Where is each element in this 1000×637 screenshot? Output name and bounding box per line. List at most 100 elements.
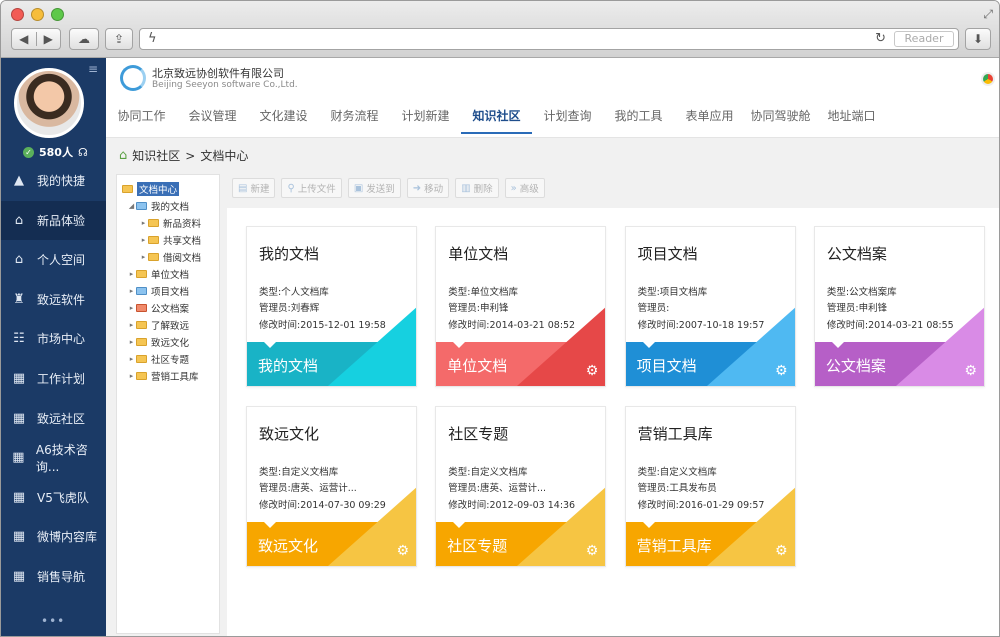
card-type: 类型:公文档案库 (826, 287, 897, 298)
toolbar-button[interactable]: ▣ 发送到 (347, 178, 401, 198)
toolbar-button[interactable]: ⚲ 上传文件 (281, 178, 342, 198)
toolbar-button[interactable]: » 高级 (504, 178, 545, 198)
card-band[interactable]: 单位文档 ⚙ (436, 306, 606, 386)
breadcrumb-root[interactable]: 知识社区 (132, 147, 180, 164)
library-card[interactable]: 致远文化 类型:自定义文档库 管理员:唐英、运营计... 修改时间:2014-07-3… (246, 406, 417, 567)
tree-node[interactable]: ▸ 项目文档 (117, 282, 219, 299)
library-card[interactable]: 我的文档 类型:个人文档库 管理员:刘春辉 修改时间:2015-12-01 19:58… (246, 226, 417, 387)
reload-icon[interactable]: ↻ (875, 31, 886, 46)
library-card[interactable]: 项目文档 类型:项目文档库 管理员: 修改时间:2007-10-18 19:57 项目文… (624, 226, 796, 387)
gear-icon[interactable]: ⚙ (775, 543, 788, 559)
card-band[interactable]: 我的文档 (247, 306, 416, 386)
sidebar-item[interactable]: ▦ 致远社区 (1, 399, 106, 438)
sidebar-item[interactable]: ▦ 销售导航 (1, 557, 106, 596)
gear-icon[interactable]: ⚙ (396, 543, 409, 559)
collapsed-arrow-icon[interactable]: ▸ (139, 219, 148, 227)
headset-icon[interactable]: ☊ (78, 146, 88, 159)
forward-icon[interactable]: ▶ (35, 32, 61, 46)
minimize-window-button[interactable] (31, 8, 44, 21)
card-notch (641, 341, 656, 348)
library-card[interactable]: 单位文档 类型:单位文档库 管理员:申利锋 修改时间:2014-03-21 08:52… (435, 226, 607, 387)
close-window-button[interactable] (11, 8, 24, 21)
gear-icon[interactable]: ⚙ (775, 363, 788, 379)
tree-node[interactable]: ▸ 共享文档 (117, 231, 219, 248)
menu-icon[interactable]: ≡ (88, 62, 98, 76)
library-card[interactable]: 公文档案 类型:公文档案库 管理员:申利锋 修改时间:2014-03-21 08:55… (813, 226, 985, 387)
sidebar-item[interactable]: ▲ 我的快捷 (1, 161, 106, 200)
tree-node[interactable]: ▸ 致远文化 (117, 333, 219, 350)
nav-tab[interactable]: 会议管理 (177, 104, 248, 138)
avatar[interactable] (14, 68, 84, 138)
sidebar-item[interactable]: ▦ 微博内容库 (1, 517, 106, 556)
collapsed-arrow-icon[interactable]: ▸ (127, 338, 136, 346)
nav-tab[interactable]: 协同工作 (106, 104, 177, 138)
share-icon[interactable]: ⇪ (105, 28, 133, 50)
gear-icon[interactable]: ⚙ (586, 363, 599, 379)
collapsed-arrow-icon[interactable]: ▸ (127, 304, 136, 312)
gear-icon[interactable]: ⚙ (586, 543, 599, 559)
tree-node[interactable]: ▸ 借阅文档 (117, 248, 219, 265)
sidebar-item[interactable]: ⌂ 个人空间 (1, 240, 106, 279)
nav-tab[interactable]: 表单应用 (674, 104, 745, 138)
sidebar-item[interactable]: ▦ V5飞虎队 (1, 478, 106, 517)
card-type: 类型:自定义文档库 (637, 467, 717, 478)
nav-tab[interactable]: 知识社区 (461, 104, 532, 134)
card-band[interactable]: 项目文档 ⚙ (625, 306, 795, 386)
maximize-window-button[interactable] (51, 8, 64, 21)
toolbar-button[interactable]: ▤ 新建 (232, 178, 276, 198)
card-band[interactable]: 致远文化 ⚙ (247, 486, 416, 566)
nav-tab[interactable]: 协同驾驶舱 (745, 104, 816, 138)
tree-node[interactable]: ◢ 我的文档 (117, 197, 219, 214)
sidebar-item[interactable]: ♜ 致远软件 (1, 280, 106, 319)
nav-tab[interactable]: 财务流程 (319, 104, 390, 138)
tree-node[interactable]: ▸ 社区专题 (117, 350, 219, 367)
fullscreen-icon[interactable]: ⤢ (983, 7, 993, 22)
browser-extension-icon[interactable] (981, 72, 995, 86)
collapsed-arrow-icon[interactable]: ▸ (127, 270, 136, 278)
tree-node-root[interactable]: 文档中心 (117, 180, 219, 197)
collapsed-arrow-icon[interactable]: ▸ (127, 372, 136, 380)
tree-node[interactable]: ▸ 公文档案 (117, 299, 219, 316)
tree-node[interactable]: ▸ 新品资料 (117, 214, 219, 231)
collapsed-arrow-icon[interactable]: ▸ (127, 287, 136, 295)
toolbar-button[interactable]: ➜ 移动 (406, 178, 450, 198)
back-icon[interactable]: ◀ (12, 32, 36, 46)
library-card[interactable]: 营销工具库 类型:自定义文档库 管理员:工具发布员 修改时间:2016-01-29 0… (624, 406, 796, 567)
card-band[interactable]: 公文档案 ⚙ (814, 306, 984, 386)
download-icon[interactable]: ⬇ (965, 28, 991, 50)
sidebar-item[interactable]: ▦ 工作计划 (1, 359, 106, 398)
more-icon[interactable]: ••• (41, 614, 65, 628)
tree-node[interactable]: ▸ 营销工具库 (117, 367, 219, 384)
collapsed-arrow-icon[interactable]: ▸ (127, 355, 136, 363)
sidebar-item[interactable]: ▦ A6技术咨询... (1, 438, 106, 477)
nav-tab[interactable]: 计划查询 (532, 104, 603, 138)
home-icon[interactable]: ⌂ (119, 148, 127, 163)
collapsed-arrow-icon[interactable]: ▸ (139, 236, 148, 244)
card-notch (263, 341, 277, 348)
card-band[interactable]: 社区专题 ⚙ (436, 486, 606, 566)
card-manager: 管理员:刘春辉 (259, 303, 320, 314)
nav-tab[interactable]: 计划新建 (390, 104, 461, 138)
reader-button[interactable]: Reader (894, 31, 954, 47)
address-bar[interactable]: ϟ ↻ Reader (139, 28, 959, 50)
sidebar-item[interactable]: ⌂ 新品体验 (1, 200, 106, 240)
toolbar-button[interactable]: ▥ 删除 (455, 178, 499, 198)
library-card[interactable]: 社区专题 类型:自定义文档库 管理员:唐英、运营计... 修改时间:2012-09-0… (435, 406, 607, 567)
nav-tab[interactable]: 文化建设 (248, 104, 319, 138)
toolbar-button-label: 删除 (473, 184, 493, 195)
card-manager: 管理员:工具发布员 (637, 483, 717, 494)
tree-node[interactable]: ▸ 单位文档 (117, 265, 219, 282)
nav-tab[interactable]: 我的工具 (603, 104, 674, 138)
collapsed-arrow-icon[interactable]: ▸ (127, 321, 136, 329)
sidebar-item-label: 新品体验 (37, 213, 86, 228)
card-band[interactable]: 营销工具库 ⚙ (625, 486, 795, 566)
tree-node-label: 单位文档 (151, 269, 190, 281)
collapsed-arrow-icon[interactable]: ▸ (139, 253, 148, 261)
tree-node-label: 共享文档 (163, 235, 202, 247)
gear-icon[interactable]: ⚙ (964, 363, 977, 379)
expanded-arrow-icon[interactable]: ◢ (127, 202, 136, 210)
sidebar-item[interactable]: ☷ 市场中心 (1, 319, 106, 358)
nav-tab[interactable]: 地址端口 (816, 104, 887, 138)
tree-node[interactable]: ▸ 了解致远 (117, 316, 219, 333)
cloud-icon[interactable]: ☁ (69, 28, 99, 50)
